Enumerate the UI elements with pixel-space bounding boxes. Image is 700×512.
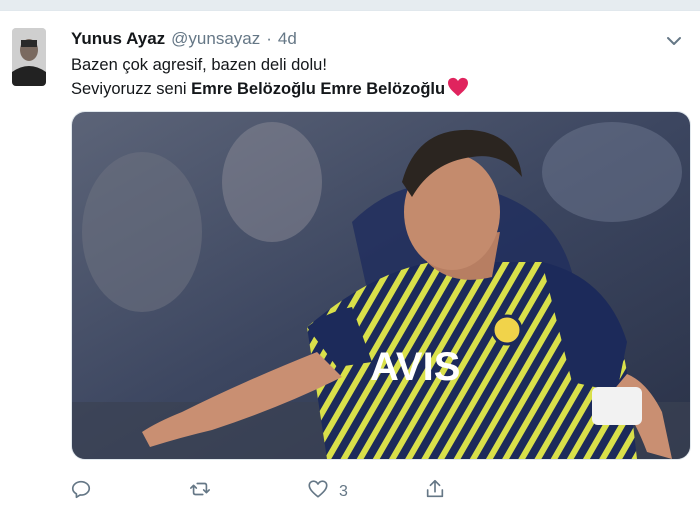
reply-icon	[70, 478, 92, 505]
reply-button[interactable]	[70, 478, 92, 505]
chevron-down-icon[interactable]	[664, 31, 684, 51]
avatar[interactable]	[12, 28, 46, 86]
retweet-button[interactable]	[189, 478, 211, 505]
shirt-sponsor: AVIS	[370, 345, 460, 389]
tweet-text-line-2: Seviyoruzz seni Emre Belözoğlu Emre Belö…	[71, 77, 469, 104]
share-button[interactable]	[424, 478, 446, 505]
tweet-text-mention: Emre Belözoğlu Emre Belözoğlu	[191, 80, 446, 98]
tweet-text: Bazen çok agresif, bazen deli dolu! Sevi…	[71, 54, 469, 104]
separator-dot: ·	[266, 29, 272, 48]
retweet-icon	[189, 478, 211, 505]
tweet-header: Yunus Ayaz @yunsayaz · 4d	[71, 29, 297, 49]
like-button[interactable]: 3	[307, 478, 348, 505]
share-icon	[424, 478, 446, 505]
author-name[interactable]: Yunus Ayaz	[71, 29, 165, 49]
tweet-text-line-1: Bazen çok agresif, bazen deli dolu!	[71, 56, 327, 74]
timeline-top-border	[0, 0, 700, 11]
tweet-actions: 3	[0, 478, 700, 502]
author-handle[interactable]: @yunsayaz	[171, 29, 260, 49]
red-heart-icon	[447, 77, 469, 104]
tweet-text-prefix: Seviyoruzz seni	[71, 80, 192, 98]
like-count: 3	[339, 482, 348, 500]
tweet-timestamp[interactable]: 4d	[278, 29, 297, 49]
like-icon	[307, 478, 329, 505]
tweet-photo[interactable]: AVIS	[71, 111, 691, 460]
